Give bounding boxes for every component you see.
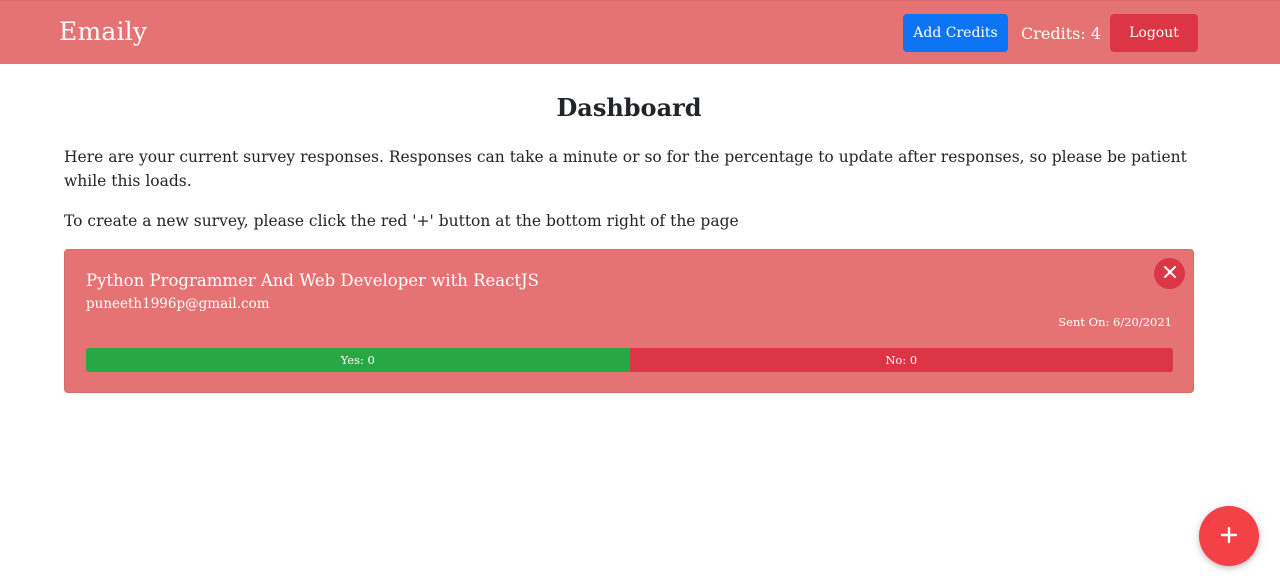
page-title: Dashboard [556, 93, 702, 122]
survey-title: Python Programmer And Web Developer with… [86, 271, 539, 290]
new-survey-button[interactable] [1199, 506, 1259, 566]
brand-logo[interactable]: Emaily [59, 17, 147, 46]
close-icon [1163, 266, 1176, 281]
no-segment: No: 0 [629, 348, 1173, 372]
response-progress-bar: Yes: 0 No: 0 [86, 348, 1173, 372]
plus-icon [1220, 526, 1238, 547]
yes-segment: Yes: 0 [86, 348, 630, 372]
hint-text: To create a new survey, please click the… [64, 212, 739, 230]
survey-sent-date: Sent On: 6/20/2021 [1058, 315, 1172, 329]
add-credits-button[interactable]: Add Credits [903, 14, 1008, 52]
navbar: Emaily Add Credits Credits: 4 Logout [0, 0, 1280, 64]
logout-button[interactable]: Logout [1110, 14, 1198, 52]
survey-email: puneeth1996p@gmail.com [86, 296, 270, 312]
intro-text: Here are your current survey responses. … [64, 148, 1187, 190]
survey-card: Python Programmer And Web Developer with… [64, 249, 1194, 393]
delete-survey-button[interactable] [1154, 258, 1185, 289]
credits-count: Credits: 4 [1021, 24, 1102, 43]
